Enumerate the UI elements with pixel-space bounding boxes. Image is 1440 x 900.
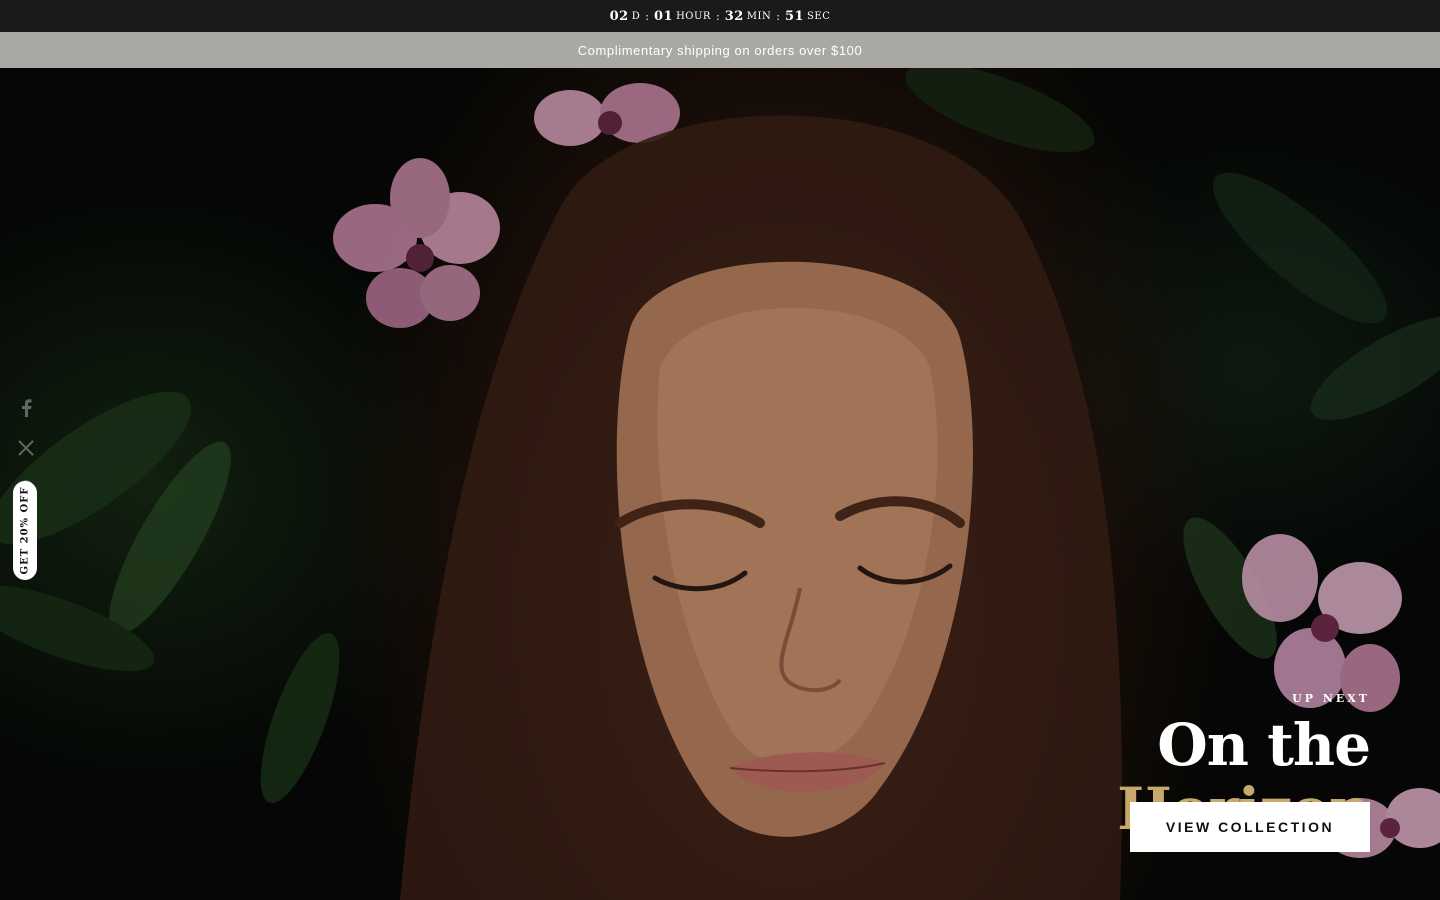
promo-label: GET 20% OFF <box>19 486 31 575</box>
countdown-seconds-unit: SEC <box>807 10 831 22</box>
hero-title-line-1: On the <box>1157 711 1371 779</box>
countdown-separator: : <box>776 9 780 23</box>
countdown-days-unit: D <box>631 10 641 22</box>
countdown-hours-unit: HOUR <box>676 10 711 22</box>
countdown-separator: : <box>645 9 649 23</box>
countdown-seconds: 51 <box>784 8 805 24</box>
countdown-hours: 01 <box>653 8 674 24</box>
view-collection-button[interactable]: VIEW COLLECTION <box>1130 802 1370 852</box>
facebook-icon[interactable] <box>16 398 36 418</box>
countdown-days: 02 <box>609 8 629 24</box>
x-icon[interactable] <box>16 438 36 458</box>
countdown-separator: : <box>715 9 720 23</box>
promo-tab[interactable]: GET 20% OFF <box>13 481 37 580</box>
hero-eyebrow: UP NEXT <box>1292 692 1370 705</box>
announcement-bar: Complimentary shipping on orders over $1… <box>0 32 1440 68</box>
countdown-minutes: 32 <box>724 8 744 24</box>
countdown-minutes-unit: MIN <box>746 10 772 22</box>
announcement-text: Complimentary shipping on orders over $1… <box>577 42 863 58</box>
hero-banner: UP NEXT On the Horizon <box>0 68 1440 900</box>
countdown-bar: 02 D : 01 HOUR : 32 MIN : 51 SEC <box>0 0 1440 32</box>
